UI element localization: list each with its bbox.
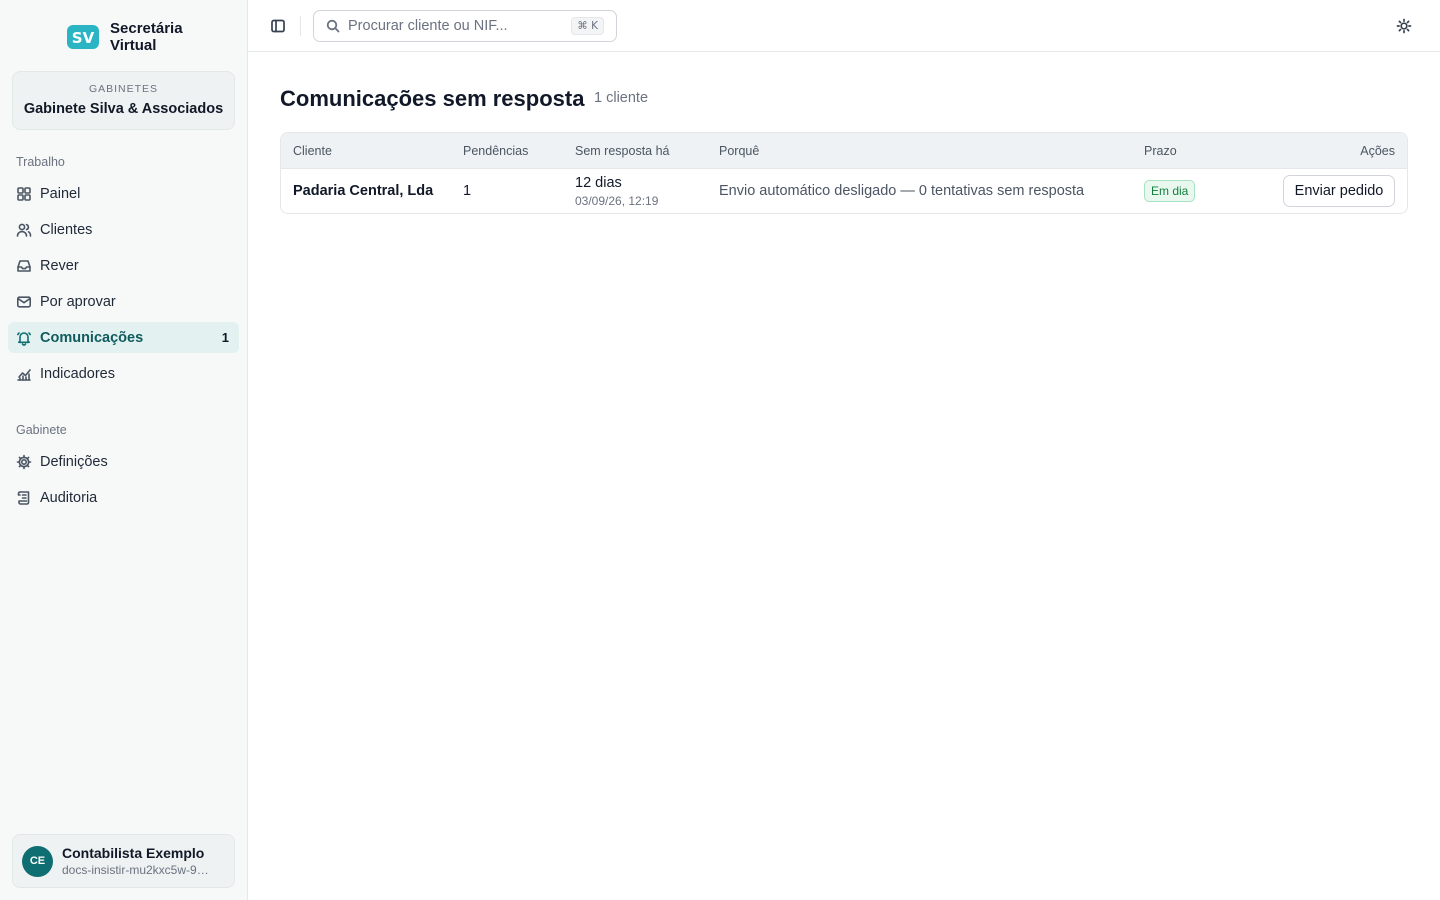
sidebar: SV Secretária Virtual GABINETES Gabinete… bbox=[0, 0, 248, 900]
brand-name: Secretária Virtual bbox=[110, 20, 183, 54]
sidebar-item-painel[interactable]: Painel bbox=[8, 178, 239, 209]
sidebar-item-auditoria[interactable]: Auditoria bbox=[8, 482, 239, 513]
chart-icon bbox=[16, 366, 32, 382]
toolbar-divider bbox=[300, 16, 301, 36]
inbox-icon bbox=[16, 258, 32, 274]
user-name: Contabilista Exemplo bbox=[62, 845, 205, 861]
section-label-trabalho: Trabalho bbox=[16, 155, 65, 169]
topbar: ⌘ K bbox=[248, 0, 1440, 52]
sidebar-item-label: Auditoria bbox=[40, 489, 98, 506]
sidebar-item-comunicacoes[interactable]: Comunicações 1 bbox=[8, 322, 239, 353]
column-header-sem-resposta[interactable]: Sem resposta há bbox=[575, 144, 670, 158]
office-switcher[interactable]: GABINETES Gabinete Silva & Associados bbox=[12, 71, 235, 130]
svg-text:SV: SV bbox=[72, 29, 95, 47]
brand-logo-icon: SV bbox=[67, 25, 99, 49]
sidebar-item-label: Painel bbox=[40, 185, 81, 202]
sidebar-item-label: Por aprovar bbox=[40, 293, 116, 310]
communications-table: Cliente Pendências Sem resposta há Porqu… bbox=[280, 132, 1408, 214]
sidebar-item-label: Clientes bbox=[40, 221, 93, 238]
mail-icon bbox=[16, 294, 32, 310]
table-header: Cliente Pendências Sem resposta há Porqu… bbox=[281, 133, 1407, 169]
office-name: Gabinete Silva & Associados bbox=[23, 101, 224, 117]
send-request-button[interactable]: Enviar pedido bbox=[1283, 175, 1395, 207]
user-menu[interactable]: CE Contabilista Exemplo docs-insistir-mu… bbox=[12, 834, 235, 888]
search-box[interactable]: ⌘ K bbox=[313, 10, 617, 42]
reason-text: Envio automático desligado — 0 tentativa… bbox=[719, 183, 1085, 199]
search-icon bbox=[326, 19, 340, 33]
column-header-porque[interactable]: Porquê bbox=[719, 144, 759, 158]
sidebar-item-rever[interactable]: Rever bbox=[8, 250, 239, 281]
search-shortcut-hint: ⌘ K bbox=[571, 17, 604, 35]
status-badge: Em dia bbox=[1144, 180, 1196, 202]
sidebar-item-indicadores[interactable]: Indicadores bbox=[8, 358, 239, 389]
search-input[interactable] bbox=[348, 18, 558, 34]
brand[interactable]: SV Secretária Virtual bbox=[66, 20, 200, 54]
grid-icon bbox=[16, 186, 32, 202]
sun-icon bbox=[1396, 18, 1412, 34]
client-count: 1 cliente bbox=[594, 90, 649, 106]
column-header-cliente[interactable]: Cliente bbox=[293, 144, 332, 158]
sidebar-toggle-icon bbox=[271, 19, 285, 33]
avatar: CE bbox=[22, 845, 53, 877]
scroll-icon bbox=[16, 490, 32, 506]
sidebar-item-label: Indicadores bbox=[40, 365, 115, 382]
column-header-acoes: Ações bbox=[1360, 144, 1395, 158]
office-label: GABINETES bbox=[88, 83, 159, 95]
column-header-pendencias[interactable]: Pendências bbox=[463, 144, 528, 158]
bell-icon bbox=[16, 330, 32, 346]
sidebar-item-label: Comunicações bbox=[40, 329, 144, 346]
no-response-date: 03/09/26, 12:19 bbox=[575, 194, 659, 208]
sidebar-item-por-aprovar[interactable]: Por aprovar bbox=[8, 286, 239, 317]
client-name[interactable]: Padaria Central, Lda bbox=[293, 183, 433, 199]
users-icon bbox=[16, 222, 32, 238]
gear-icon bbox=[16, 454, 32, 470]
page-title: Comunicações sem resposta bbox=[280, 86, 585, 111]
comunicacoes-count-badge: 1 bbox=[221, 330, 229, 345]
sidebar-item-definicoes[interactable]: Definições bbox=[8, 446, 239, 477]
pending-count: 1 bbox=[463, 183, 472, 199]
sidebar-item-label: Definições bbox=[40, 453, 108, 470]
toggle-sidebar-button[interactable] bbox=[264, 12, 292, 40]
sidebar-item-label: Rever bbox=[40, 257, 79, 274]
user-email: docs-insistir-mu2kxc5w-9… bbox=[62, 863, 209, 877]
column-header-prazo[interactable]: Prazo bbox=[1144, 144, 1177, 158]
sidebar-item-clientes[interactable]: Clientes bbox=[8, 214, 239, 245]
no-response-duration: 12 dias bbox=[575, 175, 622, 191]
theme-toggle-button[interactable] bbox=[1390, 12, 1418, 40]
section-label-gabinete: Gabinete bbox=[16, 423, 67, 437]
